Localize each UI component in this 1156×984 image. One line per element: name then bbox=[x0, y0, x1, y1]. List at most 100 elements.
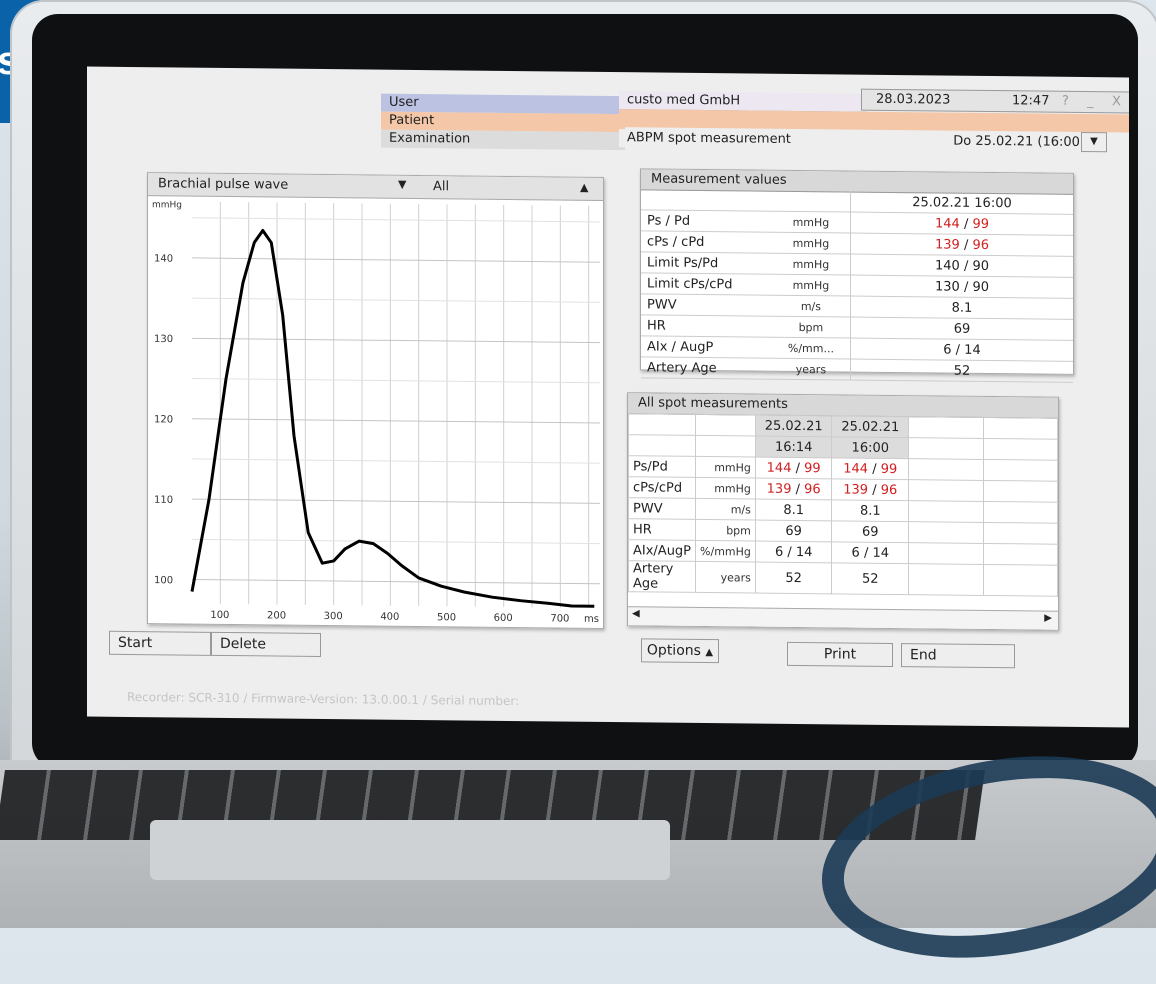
row-unit: mmHg bbox=[695, 477, 756, 500]
column-date-2[interactable]: 25.02.21 bbox=[831, 415, 909, 438]
row-label: Artery Age bbox=[641, 356, 772, 380]
exam-type: ABPM spot measurement bbox=[619, 129, 867, 150]
row-value: 139 / 96 bbox=[850, 233, 1073, 257]
row-value: 8.1 bbox=[850, 296, 1073, 320]
cell-value: 52 bbox=[831, 562, 909, 595]
row-unit: m/s bbox=[695, 498, 756, 521]
empty-cell bbox=[908, 479, 984, 502]
grid-line bbox=[192, 579, 600, 585]
exam-date: Do 25.02.21 (16:00) bbox=[953, 133, 1085, 150]
column-date-1[interactable]: 25.02.21 bbox=[755, 415, 832, 437]
scroll-up-icon[interactable]: ▲ bbox=[580, 181, 588, 194]
row-unit: mmHg bbox=[771, 232, 851, 255]
y-tick-label: 120 bbox=[154, 414, 173, 425]
grid-line bbox=[192, 257, 600, 263]
print-button[interactable]: Print bbox=[787, 641, 893, 667]
x-tick-label: 500 bbox=[437, 612, 456, 623]
help-button[interactable]: ? bbox=[1062, 94, 1069, 109]
row-unit: m/s bbox=[771, 295, 851, 318]
app-window: User Patient Examination custo med GmbH … bbox=[87, 66, 1129, 728]
all-spot-panel: All spot measurements 25.02.21 25.02.21 … bbox=[627, 392, 1059, 631]
empty-cell bbox=[908, 542, 984, 565]
empty-cell bbox=[983, 501, 1058, 524]
scroll-left-icon[interactable]: ◀ bbox=[632, 608, 640, 619]
pulse-wave-line bbox=[190, 228, 595, 608]
time-text: 12:47 bbox=[1012, 93, 1050, 109]
grid-line bbox=[192, 498, 600, 504]
column-time-2[interactable]: 16:00 bbox=[831, 436, 909, 459]
row-unit: years bbox=[695, 561, 756, 594]
date-time-bar: 28.03.2023 12:47 ? _ X bbox=[861, 88, 1129, 114]
cell-value: 8.1 bbox=[755, 499, 832, 521]
grid-line bbox=[192, 297, 600, 303]
cell-value: 69 bbox=[755, 520, 832, 542]
empty-cell bbox=[908, 563, 984, 596]
scroll-right-icon[interactable]: ▶ bbox=[1044, 613, 1052, 624]
row-unit: %/mm... bbox=[771, 337, 851, 360]
row-unit: %/mmHg bbox=[695, 540, 756, 563]
row-label: Ps/Pd bbox=[628, 455, 696, 478]
exam-dropdown-button[interactable]: ▼ bbox=[1081, 131, 1107, 153]
row-value: 6 / 14 bbox=[850, 338, 1073, 362]
grid-line bbox=[192, 538, 600, 545]
x-tick-label: 200 bbox=[267, 610, 286, 621]
empty-cell bbox=[908, 521, 984, 544]
cell-value: 8.1 bbox=[831, 499, 909, 522]
row-label: AIx/AugP bbox=[628, 539, 696, 562]
empty-cell bbox=[983, 459, 1058, 482]
empty-cell bbox=[908, 500, 984, 523]
grid-line bbox=[192, 378, 600, 384]
row-value: 52 bbox=[850, 359, 1073, 383]
x-tick-label: 300 bbox=[324, 611, 343, 622]
empty-cell bbox=[983, 480, 1058, 503]
cell-value: 144 / 99 bbox=[755, 457, 832, 479]
options-button[interactable]: Options ▲ bbox=[641, 638, 719, 664]
cell-value: 144 / 99 bbox=[831, 457, 909, 480]
filter-select-label[interactable]: All bbox=[433, 179, 449, 194]
empty-cell bbox=[983, 543, 1058, 566]
date-text: 28.03.2023 bbox=[876, 91, 951, 108]
y-tick-label: 100 bbox=[154, 575, 173, 586]
options-label: Options bbox=[646, 642, 701, 659]
trackpad bbox=[150, 820, 670, 880]
row-label: Ps / Pd bbox=[641, 209, 772, 233]
row-unit: mmHg bbox=[771, 211, 851, 234]
row-unit: bpm bbox=[695, 519, 756, 542]
column-time-1[interactable]: 16:14 bbox=[755, 436, 832, 458]
row-label: cPs/cPd bbox=[628, 476, 696, 499]
cell-value: 69 bbox=[831, 520, 909, 543]
cell-value: 6 / 14 bbox=[831, 541, 909, 564]
minimize-button[interactable]: _ bbox=[1087, 94, 1094, 109]
close-button[interactable]: X bbox=[1112, 94, 1121, 109]
empty-cell bbox=[983, 522, 1058, 545]
status-bar: Recorder: SCR-310 / Firmware-Version: 13… bbox=[127, 689, 520, 709]
measurement-values-table: 25.02.21 16:00 Ps / Pd mmHg 144 / 99 cPs / … bbox=[641, 189, 1073, 383]
row-value: 130 / 90 bbox=[850, 275, 1073, 299]
row-value: 144 / 99 bbox=[850, 212, 1073, 236]
horizontal-scrollbar[interactable]: ◀ ▶ bbox=[628, 606, 1058, 630]
y-tick-label: 140 bbox=[154, 254, 173, 265]
empty-cell bbox=[983, 564, 1058, 597]
measurement-values-panel: Measurement values 25.02.21 16:00 Ps / P… bbox=[640, 168, 1074, 383]
row-value: 69 bbox=[850, 317, 1073, 341]
table-row: Artery Age years 52 bbox=[641, 356, 1073, 383]
x-tick-label: 400 bbox=[380, 612, 399, 623]
row-label: Artery Age bbox=[628, 560, 696, 593]
measurement-date: 25.02.21 16:00 bbox=[850, 191, 1073, 215]
wave-select-label[interactable]: Brachial pulse wave bbox=[158, 176, 288, 192]
header-bar: User Patient Examination custo med GmbH … bbox=[87, 67, 1129, 156]
grid-line bbox=[192, 458, 600, 464]
cell-value: 52 bbox=[755, 562, 832, 594]
end-button[interactable]: End bbox=[901, 643, 1015, 669]
cell-value: 6 / 14 bbox=[755, 541, 832, 563]
start-button[interactable]: Start bbox=[109, 630, 211, 656]
x-tick-label: 100 bbox=[210, 610, 229, 621]
cell-value: 139 / 96 bbox=[831, 478, 909, 501]
wave-select-chevron-down-icon[interactable]: ▼ bbox=[398, 178, 406, 191]
delete-button[interactable]: Delete bbox=[211, 631, 321, 657]
row-unit: bpm bbox=[771, 316, 851, 339]
row-unit: years bbox=[771, 358, 851, 381]
examination-label[interactable]: Examination bbox=[381, 129, 625, 151]
row-label: PWV bbox=[628, 497, 696, 520]
row-label: HR bbox=[641, 314, 772, 338]
